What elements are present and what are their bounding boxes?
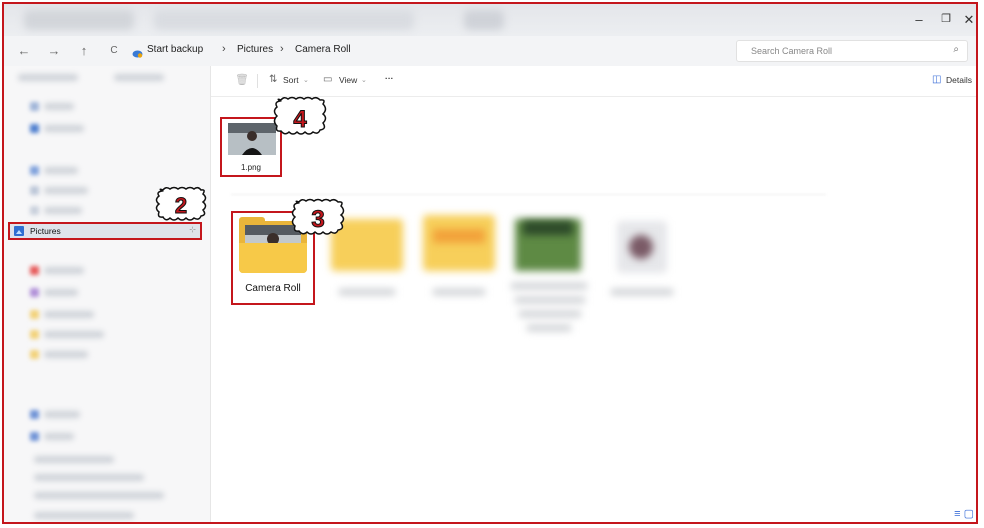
sidebar-item-blurred[interactable] [18,74,78,81]
file-explorer-window: – ❐ ✕ ← → ↑ C Start backup › Pictures › … [2,2,978,524]
breadcrumb-separator[interactable]: › [280,43,284,55]
back-button[interactable]: ← [16,43,32,58]
breadcrumb-camera-roll[interactable]: Camera Roll [295,44,351,55]
view-toggle-icons[interactable]: ≡ ▢ [954,507,974,520]
title-bar: – ❐ ✕ [4,4,976,36]
pin-icon[interactable]: ⊹ [189,225,196,234]
sidebar-item-blurred[interactable] [44,289,78,296]
address-bar: ← → ↑ C Start backup › Pictures › Camera… [4,36,976,67]
image-thumbnail [228,123,276,155]
sidebar-icon-blurred [30,266,39,275]
breadcrumb-pictures[interactable]: Pictures [237,44,273,55]
sidebar-icon-blurred [30,350,39,359]
view-icon[interactable]: ▭ [323,74,332,85]
sidebar-item-blurred[interactable] [34,474,144,481]
video-icon-blurred [629,235,653,259]
file-list: 1.png Camera Roll [211,97,976,522]
callout-number: 2 [175,193,187,218]
breadcrumb-separator[interactable]: › [222,43,226,55]
folder-preview-blurred [433,229,485,243]
callout-number: 3 [311,206,324,233]
refresh-button[interactable]: C [106,45,122,56]
pictures-icon [14,226,24,236]
sort-icon[interactable]: ⇅ [269,74,277,85]
navigation-pane: Pictures ⊹ [4,66,211,522]
sidebar-item-blurred[interactable] [44,187,88,194]
command-bar: 🗑 ⇅ Sort ⌄ ▭ View ⌄ ··· ◫ Details [211,66,976,97]
sidebar-item-blurred[interactable] [44,351,88,358]
callout-badge-2: 2 [155,186,207,221]
sidebar-item-label: Pictures [30,226,61,236]
sidebar-item-blurred[interactable] [44,207,82,214]
details-pane-icon[interactable]: ◫ [932,74,941,85]
sort-button[interactable]: Sort [283,75,299,85]
sidebar-icon-blurred [30,432,39,441]
search-icon[interactable]: ⌕ [953,44,959,55]
more-options-button[interactable]: ··· [385,73,394,83]
minimize-button[interactable]: – [909,12,929,27]
chevron-down-icon[interactable]: ⌄ [303,76,309,84]
forward-button[interactable]: → [46,43,62,58]
sidebar-item-blurred[interactable] [44,267,84,274]
search-input[interactable]: Search Camera Roll [751,46,832,56]
sidebar-item-blurred[interactable] [44,125,84,132]
sidebar-icon-blurred [30,288,39,297]
image-name-blurred [519,311,581,317]
sidebar-icon-blurred [30,186,39,195]
close-button[interactable]: ✕ [959,12,976,28]
sidebar-item-blurred[interactable] [114,74,164,81]
folder-name-blurred [433,289,485,295]
sidebar-icon-blurred [30,102,39,111]
sidebar-item-blurred[interactable] [44,411,80,418]
sidebar-item-blurred[interactable] [44,103,74,110]
group-divider [231,194,826,195]
sidebar-item-blurred[interactable] [44,311,94,318]
callout-badge-4: 4 [273,96,327,135]
sidebar-icon-blurred [30,410,39,419]
new-tab-blurred[interactable] [464,10,504,30]
sidebar-item-blurred[interactable] [34,492,164,499]
image-detail-blurred [523,221,573,235]
sidebar-icon-blurred [30,330,39,339]
image-name-blurred [511,283,587,289]
sidebar-icon-blurred [30,166,39,175]
image-name-blurred [527,325,571,331]
search-box[interactable]: Search Camera Roll ⌕ [736,40,968,62]
folder-front [239,243,307,273]
callout-badge-3: 3 [291,198,345,235]
folder-name: Camera Roll [245,283,301,294]
toolbar-divider [257,74,258,88]
tab-blurred[interactable] [154,10,414,30]
image-name-blurred [515,297,585,303]
folder-item-blurred[interactable] [423,215,495,271]
folder-name-blurred [339,289,395,295]
callout-number: 4 [293,106,307,133]
up-button[interactable]: ↑ [76,43,92,58]
sidebar-item-pictures[interactable]: Pictures ⊹ [8,222,202,240]
breadcrumb-start-backup[interactable]: Start backup [147,44,203,55]
sidebar-item-blurred[interactable] [44,331,104,338]
chevron-down-icon[interactable]: ⌄ [361,76,367,84]
maximize-button[interactable]: ❐ [936,12,956,25]
view-button[interactable]: View [339,75,357,85]
sidebar-item-blurred[interactable] [44,433,74,440]
video-name-blurred [611,289,673,295]
sidebar-item-blurred[interactable] [44,167,78,174]
onedrive-backup-icon [132,45,143,58]
details-button[interactable]: Details [946,75,972,85]
sidebar-item-blurred[interactable] [34,456,114,463]
sidebar-item-blurred[interactable] [34,512,134,519]
sidebar-icon-blurred [30,310,39,319]
sidebar-icon-blurred [30,124,39,133]
file-name: 1.png [240,163,262,172]
tab-blurred[interactable] [24,10,134,30]
sidebar-icon-blurred [30,206,39,215]
delete-icon[interactable]: 🗑 [235,73,249,86]
